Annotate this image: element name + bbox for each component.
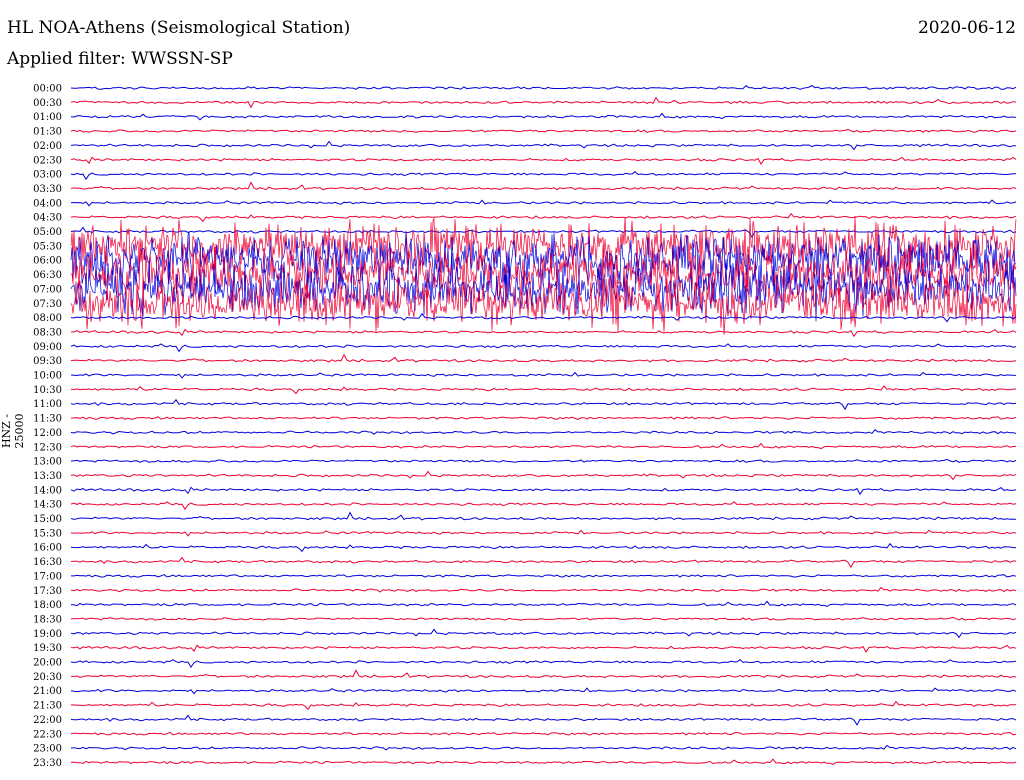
y-tick-label: 12:30 xyxy=(33,442,62,453)
y-tick-label: 00:30 xyxy=(33,98,62,109)
y-tick-label: 07:30 xyxy=(33,299,62,310)
y-tick-label: 23:00 xyxy=(33,744,62,755)
y-tick-label: 21:00 xyxy=(33,686,62,697)
trace-line xyxy=(70,644,1017,653)
y-tick-label: 11:00 xyxy=(33,399,62,410)
y-tick-label: 15:30 xyxy=(33,528,62,539)
y-tick-label: 14:30 xyxy=(33,500,62,511)
y-tick-label: 03:30 xyxy=(33,184,62,195)
trace-line xyxy=(70,416,1017,420)
trace-line xyxy=(70,714,1017,726)
seismogram-plot: 00:00 00:30 01:00 01:30 02:00 02:30 03:00 03:30… xyxy=(33,84,1017,769)
trace-line xyxy=(70,385,1017,395)
trace-line xyxy=(70,312,1017,323)
trace-line xyxy=(70,128,1017,133)
y-tick-label: 10:00 xyxy=(33,371,62,382)
trace-line xyxy=(70,700,1016,711)
trace-line xyxy=(70,658,1017,669)
trace-line xyxy=(70,112,1017,121)
y-tick-label: 21:30 xyxy=(33,701,62,712)
trace-line xyxy=(70,199,1017,207)
y-tick-label: 19:00 xyxy=(33,629,62,640)
trace-line xyxy=(70,156,1017,165)
y-tick-label: 15:00 xyxy=(33,514,62,525)
y-tick-label: 09:00 xyxy=(33,342,62,353)
trace-line xyxy=(70,687,1017,695)
y-tick-label: 04:00 xyxy=(33,198,62,209)
y-tick-label: 16:30 xyxy=(33,557,62,568)
y-tick-label: 18:00 xyxy=(33,600,62,611)
y-tick-label: 19:30 xyxy=(33,643,62,654)
trace-line xyxy=(70,470,1017,481)
trace-line xyxy=(70,628,1017,639)
y-tick-label: 02:00 xyxy=(33,141,62,152)
trace-line xyxy=(70,758,1017,765)
y-tick-label: 22:30 xyxy=(33,729,62,740)
y-tick-label: 10:30 xyxy=(33,385,62,396)
y-tick-label: 01:30 xyxy=(33,127,62,138)
trace-line xyxy=(70,511,1017,521)
trace-line xyxy=(70,212,1017,223)
trace-line xyxy=(70,731,1017,736)
trace-line xyxy=(71,328,1017,338)
trace-line xyxy=(70,744,1017,751)
y-tick-label: 05:30 xyxy=(33,241,62,252)
trace-line xyxy=(70,600,1017,608)
y-tick-label: 05:00 xyxy=(33,227,62,238)
trace-line xyxy=(71,669,1017,679)
y-tick-label: 09:30 xyxy=(33,356,62,367)
trace-line xyxy=(70,140,1017,151)
trace-line xyxy=(70,171,1017,181)
trace-line xyxy=(70,529,1017,537)
y-tick-label: 03:00 xyxy=(33,170,62,181)
y-tick-label: 08:30 xyxy=(33,327,62,338)
trace-line xyxy=(70,458,1017,463)
y-tick-label: 16:00 xyxy=(33,543,62,554)
trace-line xyxy=(70,442,1017,450)
trace-line xyxy=(70,486,1017,496)
trace-line xyxy=(71,574,1017,578)
trace-line xyxy=(70,501,1017,511)
y-tick-label: 06:30 xyxy=(33,270,62,281)
trace-line xyxy=(70,429,1017,435)
trace-line xyxy=(70,371,1017,379)
y-tick-label: 02:30 xyxy=(33,155,62,166)
trace-line xyxy=(70,181,1017,191)
y-tick-label: 04:30 xyxy=(33,213,62,224)
trace-line xyxy=(70,398,1017,411)
trace-line xyxy=(70,96,1017,109)
y-tick-label: 01:00 xyxy=(33,112,62,123)
trace-line xyxy=(70,343,1017,353)
trace-line xyxy=(70,84,1017,90)
y-tick-label: 22:00 xyxy=(33,715,62,726)
y-tick-label: 17:00 xyxy=(33,571,62,582)
y-tick-label: 00:00 xyxy=(33,84,62,95)
trace-line xyxy=(70,616,1017,621)
y-tick-label: 20:00 xyxy=(33,658,62,669)
y-tick-label: 13:00 xyxy=(33,457,62,468)
y-tick-label: 18:30 xyxy=(33,614,62,625)
y-tick-label: 13:30 xyxy=(33,471,62,482)
y-tick-label: 08:00 xyxy=(33,313,62,324)
y-tick-label: 07:00 xyxy=(33,284,62,295)
trace-line xyxy=(70,542,1016,553)
trace-line xyxy=(70,586,1017,593)
y-tick-label: 17:30 xyxy=(33,586,62,597)
trace-line xyxy=(70,556,1016,569)
trace-line xyxy=(70,353,1017,363)
y-tick-label: 14:00 xyxy=(33,485,62,496)
y-tick-label: 12:00 xyxy=(33,428,62,439)
y-tick-label: 23:30 xyxy=(33,758,62,769)
y-tick-label: 06:00 xyxy=(33,256,62,267)
y-tick-label: 11:30 xyxy=(33,414,62,425)
y-tick-label: 20:30 xyxy=(33,672,62,683)
